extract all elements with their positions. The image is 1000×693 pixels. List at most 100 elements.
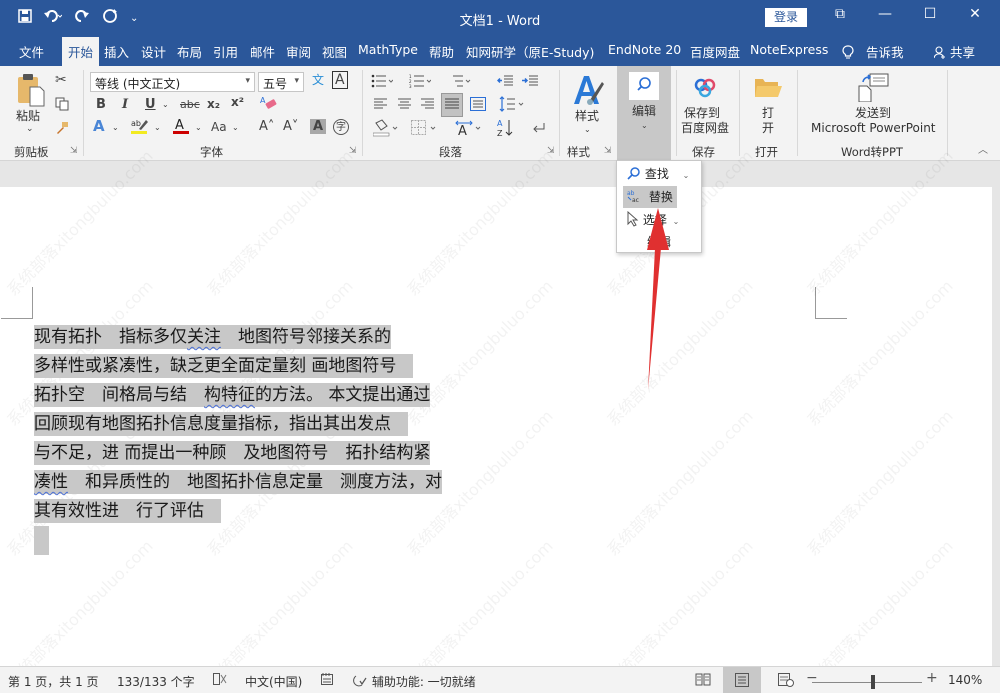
close-button[interactable]: ✕ — [960, 6, 990, 22]
asian-layout-icon[interactable]: A — [455, 119, 483, 139]
send-to-powerpoint-icon[interactable] — [857, 72, 889, 104]
macro-recording-icon[interactable] — [321, 673, 333, 688]
tab-help[interactable]: 帮助 — [429, 42, 454, 61]
select-menu-item[interactable]: 选择 ⌄ — [623, 209, 683, 231]
page-count[interactable]: 第 1 页，共 1 页 — [8, 673, 99, 690]
align-center-icon[interactable] — [398, 98, 412, 112]
line-spacing-icon[interactable] — [499, 96, 525, 114]
proofing-icon[interactable] — [213, 673, 227, 688]
tab-home[interactable]: 开始 — [62, 37, 100, 66]
tab-review[interactable]: 审阅 — [286, 42, 311, 61]
baidu-netdisk-icon[interactable] — [693, 78, 717, 100]
chevron-down-icon[interactable]: ⌄ — [112, 124, 119, 132]
open-label-2[interactable]: 开 — [762, 121, 774, 136]
text-effects-icon[interactable]: A — [93, 119, 105, 134]
numbering-icon[interactable]: 123 — [409, 74, 432, 90]
chevron-down-icon[interactable]: ⌄ — [154, 124, 161, 132]
save-to-baidu-label-1[interactable]: 保存到 — [684, 106, 720, 121]
maximize-button[interactable]: ☐ — [915, 6, 945, 22]
folder-icon[interactable] — [754, 76, 782, 102]
chevron-down-icon[interactable]: ⌄ — [232, 124, 239, 132]
chevron-down-icon[interactable]: ⌄ — [673, 217, 680, 226]
editing-button[interactable]: 编辑 ⌄ — [617, 66, 671, 161]
copy-icon[interactable] — [55, 97, 69, 113]
format-painter-icon[interactable] — [55, 121, 69, 137]
italic-button[interactable]: I — [122, 98, 128, 111]
tab-view[interactable]: 视图 — [322, 42, 347, 61]
chevron-down-icon[interactable]: ⌄ — [584, 126, 591, 134]
clipboard-launcher-icon[interactable]: ⇲ — [70, 146, 78, 156]
tab-design[interactable]: 设计 — [141, 42, 166, 61]
increase-indent-icon[interactable] — [522, 74, 538, 90]
shading-icon[interactable] — [372, 119, 399, 139]
chevron-down-icon[interactable]: ⌄ — [195, 124, 202, 132]
tab-endnote[interactable]: EndNote 20 — [608, 42, 681, 57]
show-formatting-marks-icon[interactable] — [530, 121, 546, 137]
cut-icon[interactable]: ✂ — [55, 73, 67, 87]
underline-dropdown-icon[interactable]: ⌄ — [162, 101, 169, 109]
bullets-icon[interactable] — [371, 74, 394, 90]
font-launcher-icon[interactable]: ⇲ — [349, 146, 357, 156]
paragraph-launcher-icon[interactable]: ⇲ — [547, 146, 555, 156]
tab-baidu-netdisk[interactable]: 百度网盘 — [690, 42, 740, 61]
tab-file[interactable]: 文件 — [19, 42, 44, 61]
phonetic-guide-icon[interactable]: 文 — [312, 74, 324, 86]
zoom-slider-track[interactable] — [812, 682, 922, 683]
zoom-in-button[interactable]: + — [926, 670, 938, 686]
collapse-ribbon-icon[interactable]: ︿ — [978, 146, 988, 156]
tab-estudy[interactable]: 知网研学（原E-Study) — [466, 42, 594, 61]
tab-references[interactable]: 引用 — [213, 42, 238, 61]
vertical-scrollbar[interactable] — [992, 161, 1000, 666]
character-border-icon[interactable]: A — [332, 71, 348, 89]
paste-dropdown-icon[interactable]: ⌄ — [26, 125, 34, 134]
find-menu-item[interactable]: 查找 ⌄ — [623, 163, 693, 185]
distributed-icon[interactable] — [470, 97, 486, 113]
align-right-icon[interactable] — [421, 98, 435, 112]
document-text[interactable]: 现有拓扑 指标多仅关注 地图符号邻接关系的 多样性或紧凑性，缺乏更全面定量刻 画… — [34, 323, 442, 555]
font-color-icon[interactable]: A — [172, 117, 190, 137]
strikethrough-button[interactable]: abc — [180, 99, 200, 110]
tab-layout[interactable]: 布局 — [177, 42, 202, 61]
zoom-out-button[interactable]: − — [806, 670, 818, 686]
send-to-ppt-label-2[interactable]: Microsoft PowerPoint — [811, 121, 936, 136]
zoom-slider-thumb[interactable] — [870, 675, 875, 689]
language-indicator[interactable]: 中文(中国) — [245, 673, 302, 690]
align-left-icon[interactable] — [374, 98, 388, 112]
ribbon-display-options-icon[interactable]: ⧉ — [825, 6, 855, 22]
bold-button[interactable]: B — [96, 98, 106, 111]
borders-icon[interactable] — [411, 120, 439, 138]
open-label-1[interactable]: 打 — [762, 106, 774, 121]
save-to-baidu-label-2[interactable]: 百度网盘 — [681, 121, 729, 136]
print-layout-button[interactable] — [723, 667, 761, 693]
multilevel-list-icon[interactable] — [450, 74, 472, 90]
send-to-ppt-label-1[interactable]: 发送到 — [855, 106, 891, 121]
replace-menu-item[interactable]: ab ac 替换 — [623, 186, 677, 208]
login-button[interactable]: 登录 — [765, 8, 807, 27]
tab-mathtype[interactable]: MathType — [358, 42, 418, 57]
styles-icon[interactable] — [572, 74, 604, 110]
styles-launcher-icon[interactable]: ⇲ — [604, 146, 612, 156]
superscript-button[interactable]: x² — [231, 96, 244, 108]
justify-icon[interactable] — [441, 93, 463, 117]
chevron-down-icon[interactable]: ⌄ — [683, 171, 690, 180]
styles-button-label[interactable]: 样式 — [575, 109, 599, 124]
tab-noteexpress[interactable]: NoteExpress — [750, 42, 828, 57]
enclose-characters-button[interactable]: 字 — [333, 119, 349, 135]
chevron-down-icon[interactable]: ▾ — [294, 76, 299, 86]
word-count[interactable]: 133/133 个字 — [117, 673, 195, 690]
highlight-color-icon[interactable]: ab — [130, 117, 150, 137]
underline-button[interactable]: U — [145, 98, 156, 111]
read-mode-icon[interactable] — [695, 673, 711, 689]
font-name-combobox[interactable]: 等线 (中文正文) ▾ — [90, 72, 255, 92]
change-case-button[interactable]: Aa — [211, 121, 227, 133]
share-button[interactable]: 共享 — [933, 42, 975, 61]
accessibility-checker[interactable]: 辅助功能: 一切就绪 — [352, 673, 476, 690]
tell-me[interactable]: 告诉我 — [842, 42, 904, 61]
clear-formatting-icon[interactable]: A — [260, 95, 278, 113]
decrease-indent-icon[interactable] — [496, 74, 513, 90]
tab-mailings[interactable]: 邮件 — [250, 42, 275, 61]
web-layout-icon[interactable] — [778, 673, 794, 690]
character-shading-button[interactable]: A — [310, 119, 327, 134]
grow-font-button[interactable]: A˄ — [259, 120, 274, 133]
minimize-button[interactable]: — — [870, 6, 900, 22]
